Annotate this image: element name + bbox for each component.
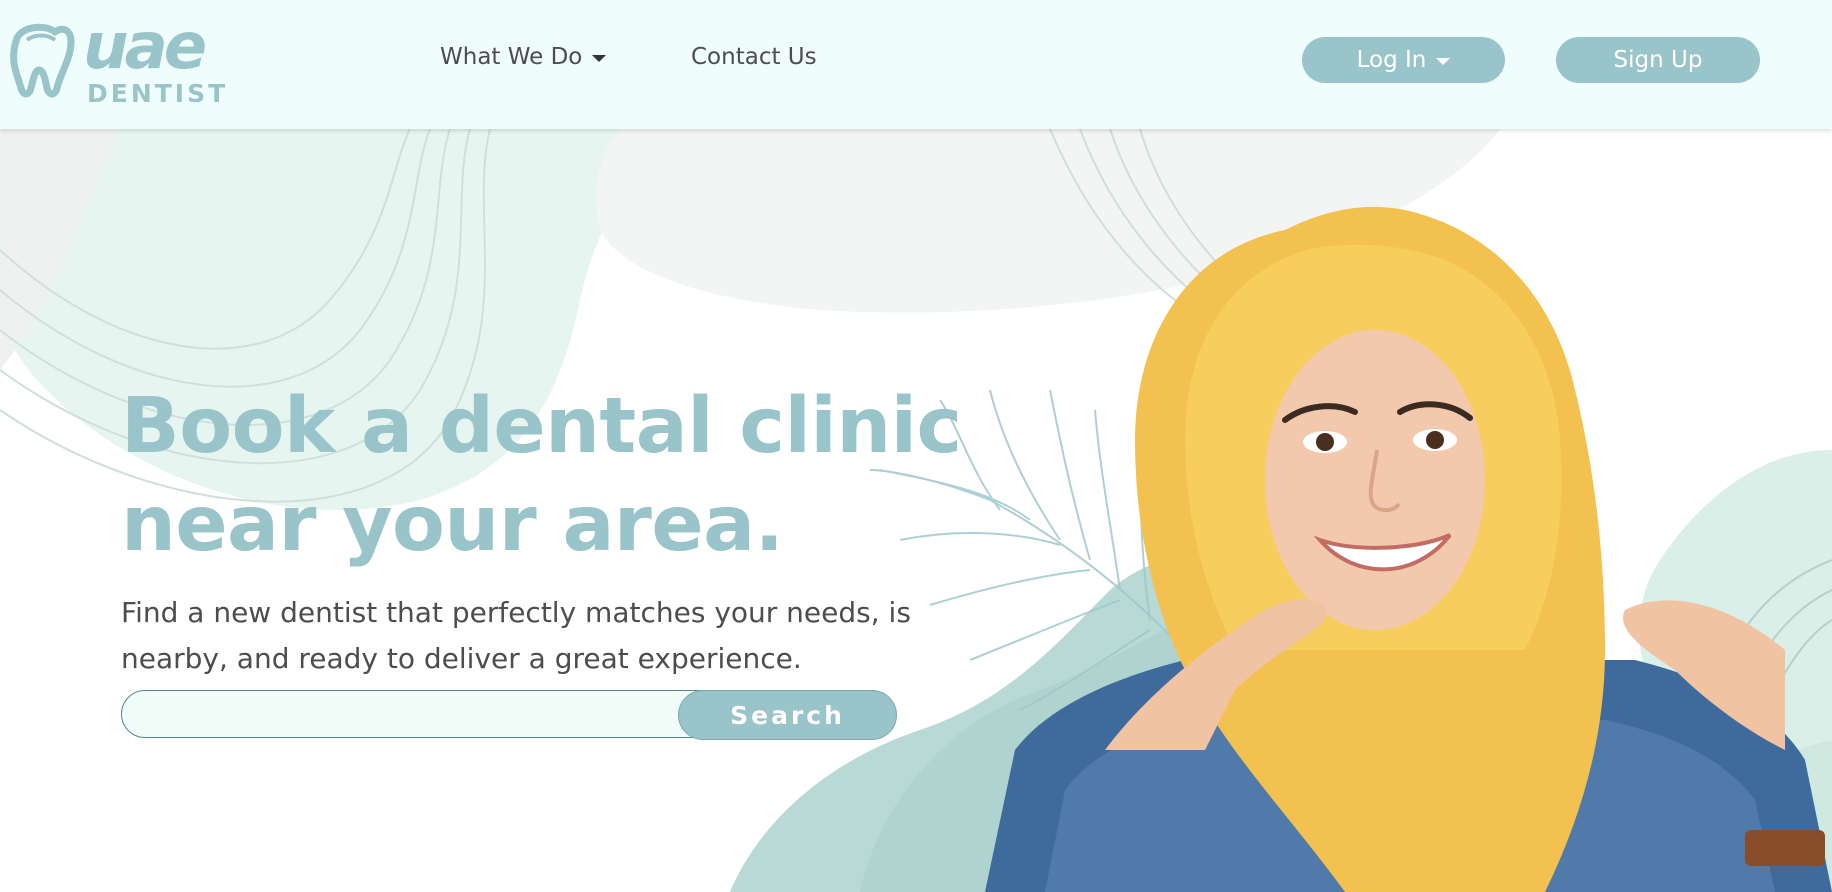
nav-contact-us-label: Contact Us	[691, 44, 817, 70]
search-button-label: Search	[730, 700, 845, 730]
hero-title-line-1: Book a dental clinic	[121, 382, 962, 471]
chevron-down-icon	[1436, 57, 1451, 65]
logo-text-bottom: DENTIST	[87, 79, 228, 108]
log-in-dropdown-button[interactable]: Log In	[1302, 37, 1505, 83]
chevron-down-icon	[592, 54, 607, 62]
nav-what-we-do-dropdown[interactable]: What We Do	[440, 44, 607, 70]
nav-contact-us-link[interactable]: Contact Us	[691, 44, 817, 70]
log-in-label: Log In	[1356, 47, 1427, 73]
search-bar: Search	[121, 690, 897, 740]
sign-up-button[interactable]: Sign Up	[1556, 37, 1760, 83]
top-navbar: uae DENTIST What We Do Contact Us Log In…	[0, 0, 1832, 129]
sign-up-label: Sign Up	[1613, 47, 1703, 73]
logo-text-top: uae	[83, 18, 205, 84]
nav-what-we-do-label: What We Do	[440, 44, 583, 70]
page: uae DENTIST What We Do Contact Us Log In…	[0, 0, 1832, 892]
tooth-icon	[10, 23, 75, 98]
search-button[interactable]: Search	[678, 690, 897, 740]
uae-dentist-logo[interactable]: uae DENTIST	[5, 18, 245, 108]
smiling-woman-in-yellow-hijab-photo	[985, 206, 1832, 892]
hero-subtitle: Find a new dentist that perfectly matche…	[121, 596, 911, 675]
hero-title: Book a dental clinic near your area.	[121, 378, 962, 574]
hero-title-line-2: near your area.	[121, 480, 784, 569]
